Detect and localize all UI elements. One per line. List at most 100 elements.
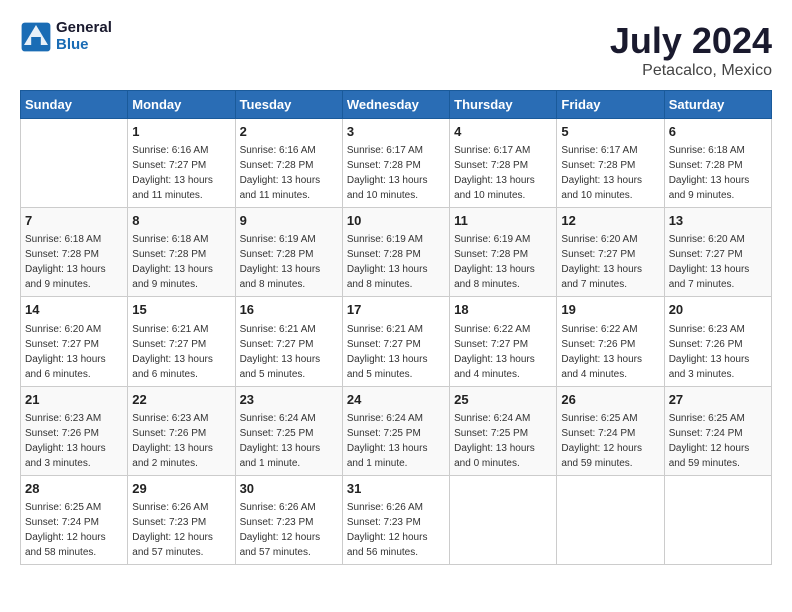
- day-info: Sunrise: 6:19 AM Sunset: 7:28 PM Dayligh…: [454, 232, 552, 292]
- day-info: Sunrise: 6:20 AM Sunset: 7:27 PM Dayligh…: [25, 322, 123, 382]
- calendar-cell: [664, 475, 771, 564]
- day-number: 11: [454, 212, 552, 230]
- title-block: July 2024 Petacalco, Mexico: [610, 20, 772, 80]
- calendar-cell: 24 Sunrise: 6:24 AM Sunset: 7:25 PM Dayli…: [342, 386, 449, 475]
- day-info: Sunrise: 6:19 AM Sunset: 7:28 PM Dayligh…: [240, 232, 338, 292]
- day-info: Sunrise: 6:25 AM Sunset: 7:24 PM Dayligh…: [561, 411, 659, 471]
- day-number: 19: [561, 301, 659, 319]
- week-row-3: 14 Sunrise: 6:20 AM Sunset: 7:27 PM Dayli…: [21, 297, 772, 386]
- column-header-wednesday: Wednesday: [342, 91, 449, 119]
- day-info: Sunrise: 6:16 AM Sunset: 7:27 PM Dayligh…: [132, 143, 230, 203]
- calendar-cell: 8 Sunrise: 6:18 AM Sunset: 7:28 PM Daylig…: [128, 208, 235, 297]
- day-number: 9: [240, 212, 338, 230]
- column-header-friday: Friday: [557, 91, 664, 119]
- day-info: Sunrise: 6:23 AM Sunset: 7:26 PM Dayligh…: [132, 411, 230, 471]
- column-header-tuesday: Tuesday: [235, 91, 342, 119]
- day-info: Sunrise: 6:22 AM Sunset: 7:27 PM Dayligh…: [454, 322, 552, 382]
- calendar-cell: 4Sunrise: 6:17 AM Sunset: 7:28 PM Daylig…: [450, 119, 557, 208]
- location: Petacalco, Mexico: [610, 62, 772, 80]
- day-number: 22: [132, 391, 230, 409]
- calendar-cell: 30 Sunrise: 6:26 AM Sunset: 7:23 PM Dayli…: [235, 475, 342, 564]
- day-number: 10: [347, 212, 445, 230]
- calendar-cell: [21, 119, 128, 208]
- day-info: Sunrise: 6:18 AM Sunset: 7:28 PM Dayligh…: [132, 232, 230, 292]
- day-info: Sunrise: 6:17 AM Sunset: 7:28 PM Dayligh…: [347, 143, 445, 203]
- page-header: General Blue July 2024 Petacalco, Mexico: [20, 20, 772, 80]
- day-number: 1: [132, 123, 230, 141]
- day-number: 16: [240, 301, 338, 319]
- calendar-cell: 31Sunrise: 6:26 AM Sunset: 7:23 PM Dayli…: [342, 475, 449, 564]
- calendar-cell: 25Sunrise: 6:24 AM Sunset: 7:25 PM Dayli…: [450, 386, 557, 475]
- day-number: 15: [132, 301, 230, 319]
- day-info: Sunrise: 6:25 AM Sunset: 7:24 PM Dayligh…: [25, 500, 123, 560]
- calendar-cell: 27 Sunrise: 6:25 AM Sunset: 7:24 PM Dayli…: [664, 386, 771, 475]
- day-info: Sunrise: 6:20 AM Sunset: 7:27 PM Dayligh…: [561, 232, 659, 292]
- day-number: 24: [347, 391, 445, 409]
- calendar-cell: 26Sunrise: 6:25 AM Sunset: 7:24 PM Dayli…: [557, 386, 664, 475]
- calendar-cell: 15Sunrise: 6:21 AM Sunset: 7:27 PM Dayli…: [128, 297, 235, 386]
- calendar-cell: 2 Sunrise: 6:16 AM Sunset: 7:28 PM Daylig…: [235, 119, 342, 208]
- day-info: Sunrise: 6:22 AM Sunset: 7:26 PM Dayligh…: [561, 322, 659, 382]
- calendar-cell: 12Sunrise: 6:20 AM Sunset: 7:27 PM Dayli…: [557, 208, 664, 297]
- day-info: Sunrise: 6:18 AM Sunset: 7:28 PM Dayligh…: [25, 232, 123, 292]
- week-row-2: 7 Sunrise: 6:18 AM Sunset: 7:28 PM Daylig…: [21, 208, 772, 297]
- day-info: Sunrise: 6:21 AM Sunset: 7:27 PM Dayligh…: [240, 322, 338, 382]
- calendar-cell: 3 Sunrise: 6:17 AM Sunset: 7:28 PM Daylig…: [342, 119, 449, 208]
- day-info: Sunrise: 6:20 AM Sunset: 7:27 PM Dayligh…: [669, 232, 767, 292]
- week-row-1: 1 Sunrise: 6:16 AM Sunset: 7:27 PM Daylig…: [21, 119, 772, 208]
- day-info: Sunrise: 6:26 AM Sunset: 7:23 PM Dayligh…: [240, 500, 338, 560]
- day-info: Sunrise: 6:18 AM Sunset: 7:28 PM Dayligh…: [669, 143, 767, 203]
- week-row-5: 28Sunrise: 6:25 AM Sunset: 7:24 PM Dayli…: [21, 475, 772, 564]
- day-number: 20: [669, 301, 767, 319]
- logo-icon: [20, 21, 52, 53]
- day-info: Sunrise: 6:17 AM Sunset: 7:28 PM Dayligh…: [561, 143, 659, 203]
- calendar-cell: 17 Sunrise: 6:21 AM Sunset: 7:27 PM Dayli…: [342, 297, 449, 386]
- day-number: 30: [240, 480, 338, 498]
- calendar-cell: 28Sunrise: 6:25 AM Sunset: 7:24 PM Dayli…: [21, 475, 128, 564]
- day-number: 8: [132, 212, 230, 230]
- day-number: 18: [454, 301, 552, 319]
- column-header-saturday: Saturday: [664, 91, 771, 119]
- day-info: Sunrise: 6:24 AM Sunset: 7:25 PM Dayligh…: [347, 411, 445, 471]
- calendar-cell: 19 Sunrise: 6:22 AM Sunset: 7:26 PM Dayli…: [557, 297, 664, 386]
- calendar-body: 1 Sunrise: 6:16 AM Sunset: 7:27 PM Daylig…: [21, 119, 772, 565]
- calendar-cell: [557, 475, 664, 564]
- calendar-table: SundayMondayTuesdayWednesdayThursdayFrid…: [20, 90, 772, 565]
- column-headers: SundayMondayTuesdayWednesdayThursdayFrid…: [21, 91, 772, 119]
- calendar-cell: 23Sunrise: 6:24 AM Sunset: 7:25 PM Dayli…: [235, 386, 342, 475]
- calendar-cell: 9 Sunrise: 6:19 AM Sunset: 7:28 PM Daylig…: [235, 208, 342, 297]
- day-info: Sunrise: 6:21 AM Sunset: 7:27 PM Dayligh…: [347, 322, 445, 382]
- day-info: Sunrise: 6:25 AM Sunset: 7:24 PM Dayligh…: [669, 411, 767, 471]
- calendar-cell: 22 Sunrise: 6:23 AM Sunset: 7:26 PM Dayli…: [128, 386, 235, 475]
- calendar-cell: 18 Sunrise: 6:22 AM Sunset: 7:27 PM Dayli…: [450, 297, 557, 386]
- day-number: 21: [25, 391, 123, 409]
- day-number: 6: [669, 123, 767, 141]
- calendar-cell: 13Sunrise: 6:20 AM Sunset: 7:27 PM Dayli…: [664, 208, 771, 297]
- column-header-sunday: Sunday: [21, 91, 128, 119]
- calendar-cell: 11 Sunrise: 6:19 AM Sunset: 7:28 PM Dayli…: [450, 208, 557, 297]
- month-year: July 2024: [610, 20, 772, 62]
- day-info: Sunrise: 6:24 AM Sunset: 7:25 PM Dayligh…: [454, 411, 552, 471]
- calendar-cell: 29Sunrise: 6:26 AM Sunset: 7:23 PM Dayli…: [128, 475, 235, 564]
- day-number: 3: [347, 123, 445, 141]
- day-number: 27: [669, 391, 767, 409]
- day-number: 23: [240, 391, 338, 409]
- day-info: Sunrise: 6:16 AM Sunset: 7:28 PM Dayligh…: [240, 143, 338, 203]
- week-row-4: 21 Sunrise: 6:23 AM Sunset: 7:26 PM Dayli…: [21, 386, 772, 475]
- day-info: Sunrise: 6:17 AM Sunset: 7:28 PM Dayligh…: [454, 143, 552, 203]
- day-number: 14: [25, 301, 123, 319]
- calendar-cell: 1 Sunrise: 6:16 AM Sunset: 7:27 PM Daylig…: [128, 119, 235, 208]
- calendar-cell: 6 Sunrise: 6:18 AM Sunset: 7:28 PM Daylig…: [664, 119, 771, 208]
- day-info: Sunrise: 6:23 AM Sunset: 7:26 PM Dayligh…: [25, 411, 123, 471]
- day-info: Sunrise: 6:19 AM Sunset: 7:28 PM Dayligh…: [347, 232, 445, 292]
- column-header-monday: Monday: [128, 91, 235, 119]
- day-number: 7: [25, 212, 123, 230]
- calendar-cell: 7 Sunrise: 6:18 AM Sunset: 7:28 PM Daylig…: [21, 208, 128, 297]
- day-number: 2: [240, 123, 338, 141]
- day-info: Sunrise: 6:23 AM Sunset: 7:26 PM Dayligh…: [669, 322, 767, 382]
- day-number: 29: [132, 480, 230, 498]
- day-number: 31: [347, 480, 445, 498]
- day-number: 17: [347, 301, 445, 319]
- calendar-cell: 5Sunrise: 6:17 AM Sunset: 7:28 PM Daylig…: [557, 119, 664, 208]
- calendar-cell: 20 Sunrise: 6:23 AM Sunset: 7:26 PM Dayli…: [664, 297, 771, 386]
